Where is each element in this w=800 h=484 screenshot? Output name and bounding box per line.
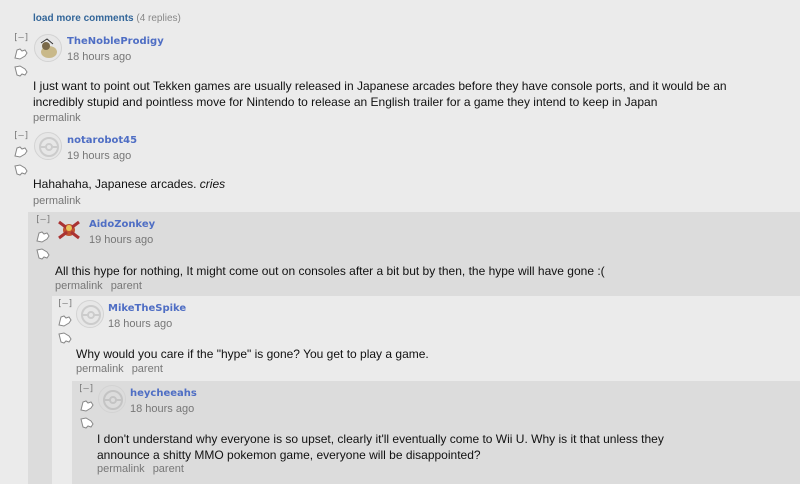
comment-author[interactable]: TheNobleProdigy — [67, 36, 164, 47]
collapse-toggle[interactable]: [–] — [13, 131, 29, 141]
downvote-icon[interactable] — [34, 246, 52, 262]
permalink-link[interactable]: permalink — [33, 112, 81, 124]
avatar — [34, 34, 62, 62]
downvote-icon[interactable] — [12, 63, 30, 79]
collapse-toggle[interactable]: [–] — [13, 33, 29, 43]
permalink-link[interactable]: permalink — [55, 280, 103, 292]
downvote-icon[interactable] — [12, 162, 30, 178]
reply-count: (4 replies) — [136, 13, 181, 24]
load-more-link[interactable]: load more comments — [33, 13, 134, 24]
comment-links: permalink parent — [97, 463, 192, 475]
comment-time: 18 hours ago — [108, 318, 173, 330]
comment-time: 19 hours ago — [89, 234, 154, 246]
avatar — [98, 385, 126, 413]
avatar — [34, 132, 62, 160]
upvote-icon[interactable] — [12, 46, 30, 62]
comment-body: I just want to point out Tekken games ar… — [33, 79, 727, 109]
comment-body: I don't understand why everyone is so up… — [97, 432, 664, 462]
comment-body-emphasis: cries — [199, 177, 226, 191]
upvote-icon[interactable] — [78, 398, 96, 414]
load-more-comments: load more comments (4 replies) — [33, 13, 181, 24]
parent-link[interactable]: parent — [111, 280, 142, 292]
collapse-toggle[interactable]: [–] — [35, 215, 51, 225]
upvote-icon[interactable] — [12, 144, 30, 160]
comment-body: Hahahaha, Japanese arcades. cries — [33, 176, 763, 192]
collapse-toggle[interactable]: [–] — [57, 299, 73, 309]
comment-body-text: Hahahaha, Japanese arcades. — [33, 177, 200, 191]
downvote-icon[interactable] — [56, 330, 74, 346]
downvote-icon[interactable] — [78, 415, 96, 431]
comment-author[interactable]: AidoZonkey — [89, 219, 155, 230]
upvote-icon[interactable] — [34, 229, 52, 245]
upvote-icon[interactable] — [56, 313, 74, 329]
comment-author[interactable]: MikeTheSpike — [108, 303, 186, 314]
permalink-link[interactable]: permalink — [76, 363, 124, 375]
comment-links: permalink parent — [55, 280, 150, 292]
comment-author[interactable]: heycheeahs — [130, 388, 197, 399]
avatar — [55, 216, 83, 244]
comment-time: 18 hours ago — [67, 51, 132, 63]
permalink-link[interactable]: permalink — [97, 463, 145, 475]
permalink-link[interactable]: permalink — [33, 195, 81, 207]
parent-link[interactable]: parent — [132, 363, 163, 375]
comment-links: permalink — [33, 195, 89, 207]
comment-body: Why would you care if the "hype" is gone… — [76, 347, 429, 361]
comment-author[interactable]: notarobot45 — [67, 135, 137, 146]
comment-links: permalink parent — [76, 363, 171, 375]
comment-body: All this hype for nothing, It might come… — [55, 264, 605, 278]
comment-time: 19 hours ago — [67, 150, 132, 162]
comment-links: permalink — [33, 112, 89, 124]
comment-time: 18 hours ago — [130, 403, 195, 415]
parent-link[interactable]: parent — [153, 463, 184, 475]
collapse-toggle[interactable]: [–] — [78, 384, 94, 394]
avatar — [76, 300, 104, 328]
